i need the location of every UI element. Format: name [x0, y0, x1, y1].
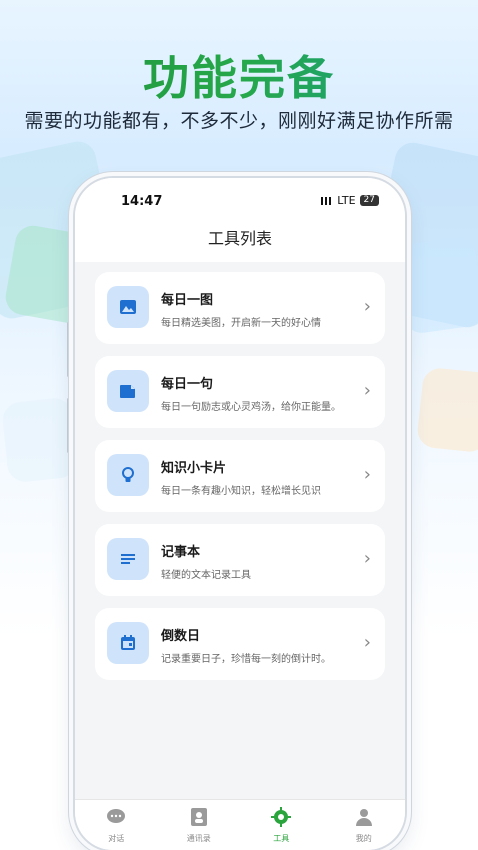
background-tile [394, 234, 478, 336]
status-bar: 14:47 LTE 27 [75, 178, 405, 226]
gear-icon [271, 807, 292, 827]
tab-label: 对话 [108, 834, 125, 843]
phone-mockup: 14:47 LTE 27 工具列表 每日一图 每日精选美图，开启新一天的好心情 … [75, 178, 405, 850]
hero-subtitle: 需要的功能都有，不多不少，刚刚好满足协作所需 [24, 110, 454, 132]
status-indicators: LTE 27 [321, 194, 379, 207]
tool-title: 每日一图 [161, 293, 214, 308]
background-tile [416, 366, 478, 454]
tool-card-daily-image[interactable]: 每日一图 每日精选美图，开启新一天的好心情 › [95, 272, 385, 344]
tab-tools[interactable]: 工具 [240, 800, 323, 850]
phone-side-button [67, 322, 70, 377]
chevron-right-icon: › [363, 464, 371, 485]
image-icon [107, 286, 149, 328]
tab-label: 通讯录 [186, 834, 211, 843]
calendar-icon [107, 622, 149, 664]
tool-title: 每日一句 [161, 377, 214, 392]
tool-description: 每日一条有趣小知识，轻松增长见识 [161, 486, 321, 497]
tab-chat[interactable]: 对话 [75, 800, 158, 850]
chevron-right-icon: › [363, 632, 371, 653]
tool-description: 轻便的文本记录工具 [161, 570, 251, 581]
tool-card-knowledge[interactable]: 知识小卡片 每日一条有趣小知识，轻松增长见识 › [95, 440, 385, 512]
bottom-tab-bar: 对话 通讯录 工具 我的 [75, 799, 405, 850]
tool-title: 记事本 [161, 545, 201, 560]
tool-title: 倒数日 [161, 629, 201, 644]
note-icon [107, 370, 149, 412]
lightbulb-icon [107, 454, 149, 496]
tool-card-notepad[interactable]: 记事本 轻便的文本记录工具 › [95, 524, 385, 596]
signal-icon [321, 196, 334, 205]
tab-label: 工具 [273, 834, 290, 843]
chevron-right-icon: › [363, 296, 371, 317]
tool-description: 记录重要日子，珍惜每一刻的倒计时。 [161, 654, 331, 665]
person-icon [355, 809, 372, 826]
tool-card-daily-quote[interactable]: 每日一句 每日一句励志或心灵鸡汤，给你正能量。 › [95, 356, 385, 428]
tool-card-countdown[interactable]: 倒数日 记录重要日子，珍惜每一刻的倒计时。 › [95, 608, 385, 680]
hero-title: 功能完备 [0, 42, 478, 108]
tool-description: 每日精选美图，开启新一天的好心情 [161, 318, 321, 329]
tool-description: 每日一句励志或心灵鸡汤，给你正能量。 [161, 402, 341, 413]
tab-contacts[interactable]: 通讯录 [158, 800, 241, 850]
page-title: 工具列表 [75, 226, 405, 262]
status-time: 14:47 [121, 194, 163, 209]
phone-side-button [67, 398, 70, 453]
notes-lines-icon [107, 538, 149, 580]
tab-profile[interactable]: 我的 [323, 800, 406, 850]
tool-title: 知识小卡片 [161, 461, 227, 476]
chevron-right-icon: › [363, 380, 371, 401]
chat-icon [107, 809, 126, 823]
contacts-icon [190, 808, 207, 826]
network-label: LTE [337, 194, 356, 207]
chevron-right-icon: › [363, 548, 371, 569]
battery-icon: 27 [359, 195, 379, 206]
tab-label: 我的 [355, 834, 372, 843]
